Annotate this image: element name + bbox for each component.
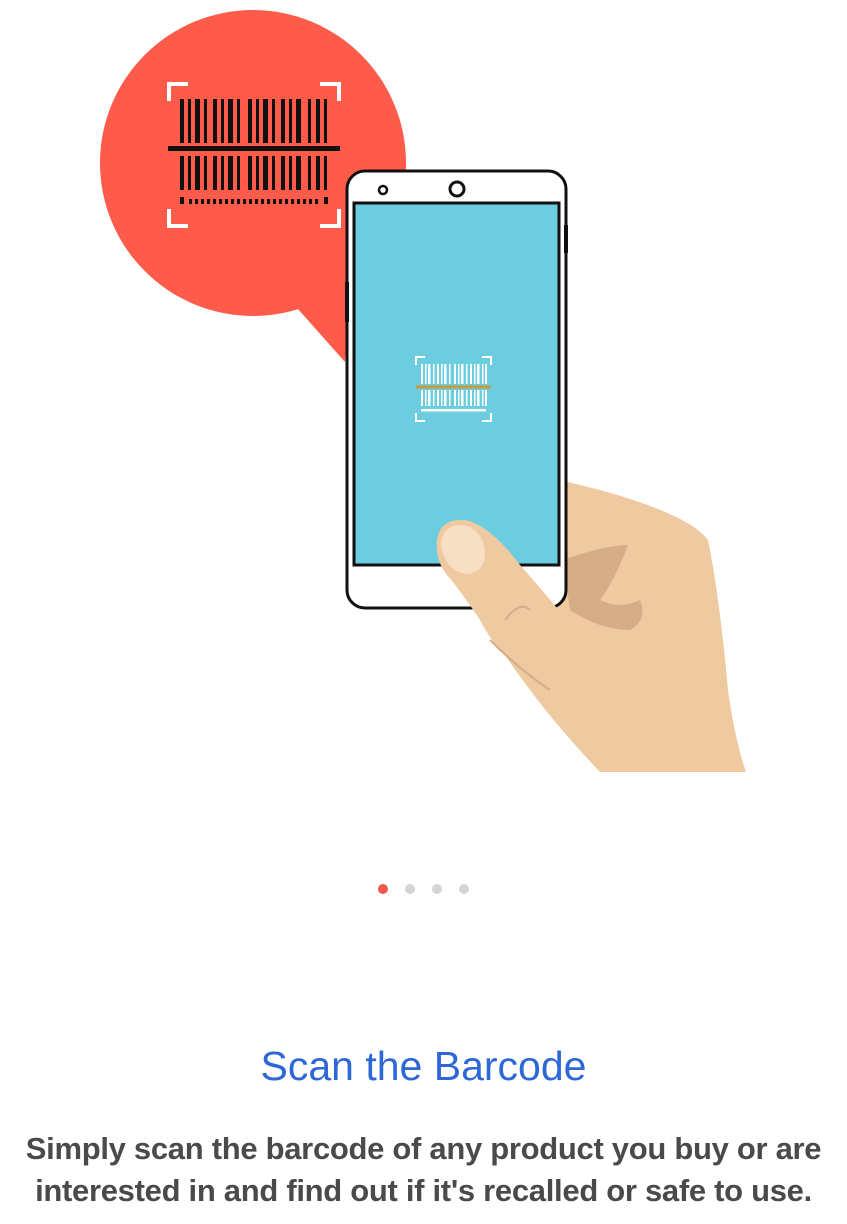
page-dot-1[interactable] bbox=[378, 884, 388, 894]
description-line-1: Simply scan the barcode of any product y… bbox=[25, 1131, 822, 1166]
page-dot-2[interactable] bbox=[405, 884, 415, 894]
page-dot-4[interactable] bbox=[459, 884, 469, 894]
page-indicator bbox=[0, 884, 847, 898]
onboarding-title: Scan the Barcode bbox=[260, 1043, 587, 1089]
description-line-2: interested in and find out if it's recal… bbox=[35, 1173, 812, 1208]
onboarding-illustration bbox=[100, 10, 746, 772]
page-dot-3[interactable] bbox=[432, 884, 442, 894]
onboarding-description: Simply scan the barcode of any product y… bbox=[0, 1128, 847, 1212]
